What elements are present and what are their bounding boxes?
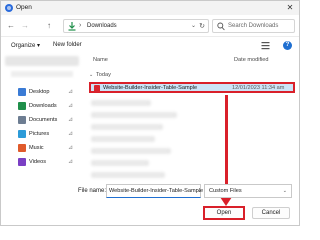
navigation-pane: Desktop ⊿ Downloads ⊿ Documents ⊿ Pictur… bbox=[1, 54, 83, 184]
column-header-name[interactable]: Name bbox=[93, 57, 108, 63]
file-name-value: Website-Builder-Insider-Table-Sample bbox=[109, 188, 204, 194]
pin-icon: ⊿ bbox=[68, 117, 74, 123]
sidebar-item-label: Music bbox=[29, 145, 44, 151]
search-input[interactable]: Search Downloads bbox=[228, 23, 278, 29]
cancel-button[interactable]: Cancel bbox=[252, 207, 290, 219]
sidebar-item-label: Pictures bbox=[29, 131, 50, 137]
chevron-down-icon: ⌄ bbox=[89, 72, 94, 78]
sidebar-item-label: Documents bbox=[29, 117, 58, 123]
address-bar[interactable]: › Downloads ⌄ ↻ bbox=[63, 19, 209, 33]
file-type-select[interactable]: Custom Files ⌄ bbox=[204, 184, 292, 198]
blurred-file-row bbox=[91, 112, 177, 118]
breadcrumb-separator: › bbox=[79, 22, 82, 29]
file-type-value: Custom Files bbox=[209, 188, 242, 194]
videos-icon bbox=[18, 158, 26, 166]
pin-icon: ⊿ bbox=[68, 89, 74, 95]
blurred-file-row bbox=[91, 148, 171, 154]
open-dialog: Open ✕ ← → ↑ › Downloads ⌄ ↻ Search Down… bbox=[0, 0, 300, 226]
pdf-file-icon bbox=[94, 85, 100, 92]
sidebar-item-label: Videos bbox=[29, 159, 47, 165]
command-bar: Organize ▾ New folder ? bbox=[1, 38, 299, 54]
breadcrumb-downloads[interactable]: Downloads bbox=[87, 23, 117, 29]
pin-icon: ⊿ bbox=[68, 159, 74, 165]
documents-icon bbox=[18, 116, 26, 124]
back-arrow-icon[interactable]: ← bbox=[6, 21, 16, 31]
blurred-file-row bbox=[91, 124, 163, 130]
file-name: Website-Builder-Insider-Table-Sample bbox=[103, 85, 198, 91]
desktop-icon bbox=[18, 88, 26, 96]
group-label: Today bbox=[96, 72, 111, 78]
organize-button[interactable]: Organize ▾ bbox=[11, 42, 40, 49]
forward-arrow-icon[interactable]: → bbox=[20, 21, 30, 31]
music-icon bbox=[18, 144, 26, 152]
sidebar-item-pictures[interactable]: Pictures ⊿ bbox=[1, 129, 83, 140]
new-folder-button[interactable]: New folder bbox=[53, 42, 82, 48]
pin-icon: ⊿ bbox=[68, 131, 74, 137]
annotation-arrow-head bbox=[220, 197, 232, 206]
file-name-dropdown-icon[interactable]: ⌄ bbox=[197, 187, 202, 194]
sidebar-item-music[interactable]: Music ⊿ bbox=[1, 143, 83, 154]
up-arrow-icon[interactable]: ↑ bbox=[44, 21, 54, 31]
blurred-file-row bbox=[91, 100, 151, 106]
downloads-icon bbox=[68, 22, 76, 31]
sidebar-item-label: Desktop bbox=[29, 89, 50, 95]
close-button[interactable]: ✕ bbox=[284, 3, 296, 13]
group-header-today[interactable]: ⌄ Today bbox=[87, 70, 299, 80]
search-icon bbox=[217, 22, 225, 31]
sidebar-item-documents[interactable]: Documents ⊿ bbox=[1, 115, 83, 126]
pin-icon: ⊿ bbox=[68, 103, 74, 109]
refresh-icon[interactable]: ↻ bbox=[199, 22, 205, 30]
file-list: Name Date modified ⌄ Today Website-Build… bbox=[87, 54, 299, 184]
help-icon[interactable]: ? bbox=[283, 41, 292, 50]
view-options-icon[interactable] bbox=[261, 41, 270, 50]
file-name-label: File name: bbox=[78, 188, 107, 194]
sidebar-item-downloads[interactable]: Downloads ⊿ bbox=[1, 101, 83, 112]
chevron-down-icon: ⌄ bbox=[282, 188, 287, 194]
sidebar-item-label: Downloads bbox=[29, 103, 57, 109]
blurred-sidebar-item bbox=[11, 71, 73, 77]
search-box[interactable]: Search Downloads bbox=[212, 19, 295, 33]
selected-file-row[interactable]: Website-Builder-Insider-Table-Sample 12/… bbox=[89, 82, 295, 93]
title-bar: Open ✕ bbox=[1, 1, 299, 15]
column-headers: Name Date modified bbox=[87, 54, 299, 66]
blurred-file-row bbox=[91, 136, 155, 142]
open-button[interactable]: Open bbox=[203, 206, 245, 220]
navigation-bar: ← → ↑ › Downloads ⌄ ↻ Search Downloads bbox=[1, 15, 299, 37]
sidebar-item-videos[interactable]: Videos ⊿ bbox=[1, 157, 83, 168]
blurred-file-row bbox=[91, 160, 149, 166]
column-header-date-modified[interactable]: Date modified bbox=[234, 57, 269, 63]
address-dropdown-icon[interactable]: ⌄ bbox=[191, 22, 196, 29]
sidebar-item-desktop[interactable]: Desktop ⊿ bbox=[1, 87, 83, 98]
downloads-icon bbox=[18, 102, 26, 110]
pictures-icon bbox=[18, 130, 26, 138]
dialog-title: Open bbox=[16, 4, 32, 11]
file-date: 12/01/2023 11:34 am bbox=[232, 85, 285, 91]
browser-icon bbox=[5, 4, 13, 12]
pin-icon: ⊿ bbox=[68, 145, 74, 151]
blurred-file-row bbox=[91, 172, 165, 178]
blurred-sidebar-item bbox=[5, 56, 79, 66]
file-name-input[interactable]: Website-Builder-Insider-Table-Sample bbox=[106, 184, 204, 198]
